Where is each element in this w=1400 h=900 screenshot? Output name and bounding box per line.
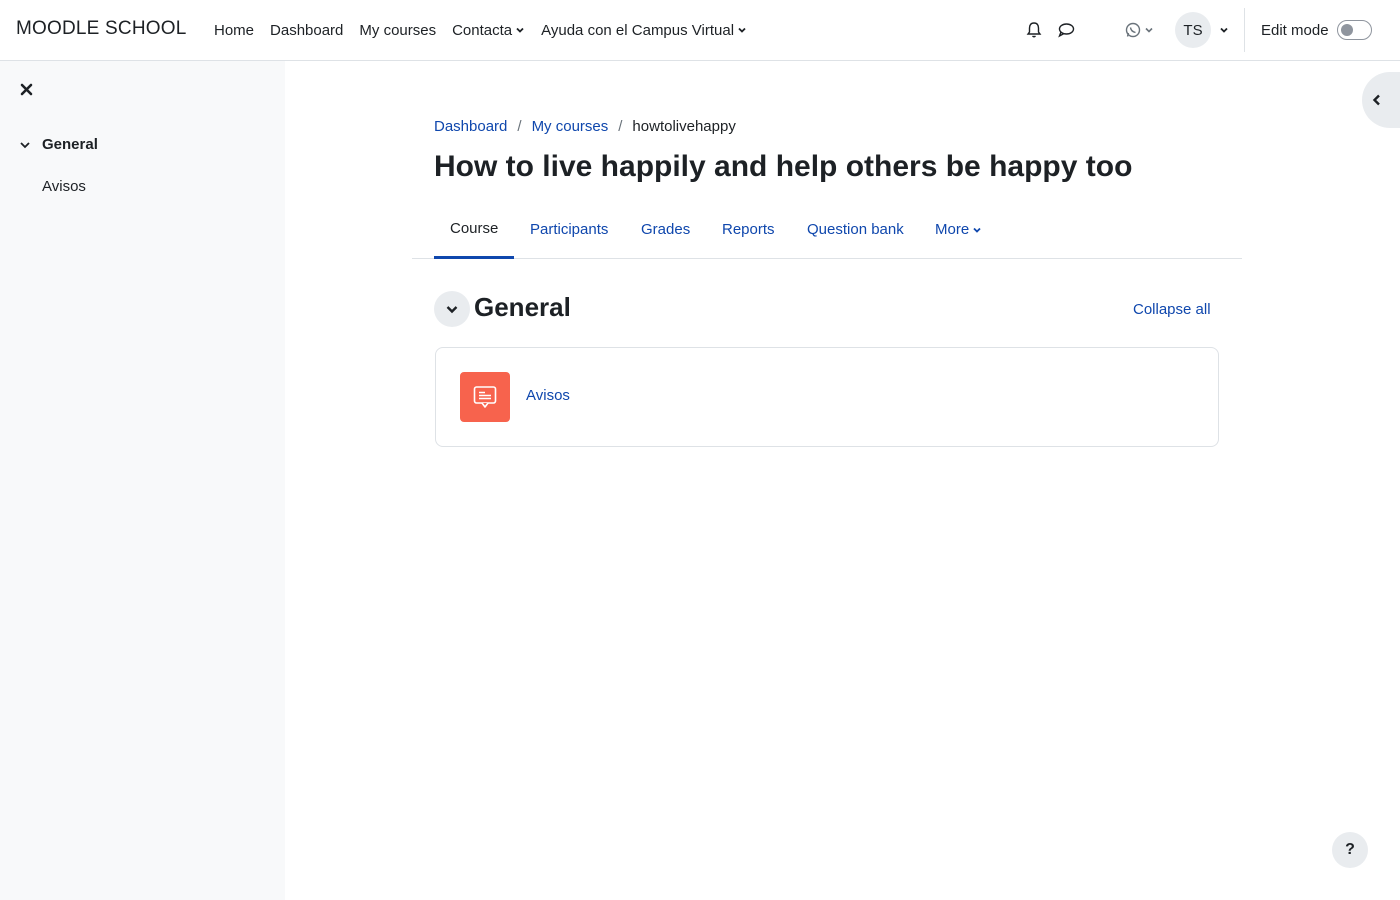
nav-my-courses-label: My courses [359,21,437,39]
edit-mode-label: Edit mode [1261,21,1329,39]
section-collapse-toggle[interactable] [434,291,470,327]
nav-ayuda-label: Ayuda con el Campus Virtual [541,21,735,39]
page-title: How to live happily and help others be h… [434,150,1133,183]
tab-participants-label: Participants [530,221,609,238]
tab-question-bank[interactable]: Question bank [807,200,904,259]
tab-reports[interactable]: Reports [722,200,775,259]
whatsapp-icon [1124,21,1142,39]
whatsapp-menu-button[interactable] [1124,0,1154,60]
navbar-divider [1244,8,1245,52]
nav-home-label: Home [214,21,255,39]
collapse-all-link[interactable]: Collapse all [1133,301,1211,318]
breadcrumb-separator: / [517,118,522,135]
chat-icon [1056,20,1076,40]
activity-item: Avisos [435,347,1219,447]
help-button[interactable]: ? [1332,832,1368,868]
chevron-left-icon [1372,94,1380,106]
forum-icon [460,372,510,422]
chevron-down-icon [1219,25,1229,35]
course-index-drawer: General Avisos [0,61,285,900]
drawer-section-label: General [42,136,98,153]
chevron-down-icon [737,25,747,35]
nav-contacta-label: Contacta [452,21,513,39]
nav-ayuda[interactable]: Ayuda con el Campus Virtual [533,22,755,39]
edit-mode-control: Edit mode [1261,0,1372,60]
section-title: General [474,292,571,322]
close-icon[interactable] [18,81,36,99]
tab-reports-label: Reports [722,221,775,238]
top-navbar: MOODLE SCHOOL Home Dashboard My courses … [0,0,1400,61]
tab-question-bank-label: Question bank [807,221,904,238]
secondary-nav: Course Participants Grades Reports Quest… [412,200,1242,259]
toggle-knob [1340,24,1353,36]
edit-mode-toggle[interactable] [1336,20,1372,40]
tab-more-label: More [935,221,970,238]
nav-my-courses[interactable]: My courses [351,22,444,39]
chevron-down-icon [20,141,30,148]
breadcrumb-my-courses[interactable]: My courses [532,118,609,135]
user-menu-button[interactable]: TS [1175,0,1229,60]
breadcrumb-current: howtolivehappy [632,118,736,135]
nav-contacta[interactable]: Contacta [444,22,533,39]
open-block-drawer-button[interactable] [1362,72,1400,128]
chevron-down-icon [515,25,525,35]
bell-icon [1024,20,1044,40]
chevron-down-icon [972,225,982,235]
tab-more[interactable]: More [935,200,982,259]
breadcrumb-separator: / [618,118,623,135]
notifications-button[interactable] [1024,0,1044,60]
avatar: TS [1175,12,1211,48]
nav-dashboard-label: Dashboard [270,21,344,39]
nav-home[interactable]: Home [206,22,262,39]
tab-course[interactable]: Course [434,200,515,259]
breadcrumb: Dashboard / My courses / howtolivehappy [434,118,736,135]
drawer-section-general[interactable]: General [18,136,98,153]
nav-dashboard[interactable]: Dashboard [262,22,351,39]
tab-grades[interactable]: Grades [641,200,690,259]
chevron-down-icon [1144,25,1154,35]
activity-link-avisos[interactable]: Avisos [526,387,570,404]
tab-grades-label: Grades [641,221,691,238]
primary-nav: Home Dashboard My courses Contacta Ayuda… [206,0,755,60]
messages-button[interactable] [1056,0,1076,60]
drawer-item-avisos[interactable]: Avisos [42,178,86,195]
breadcrumb-dashboard[interactable]: Dashboard [434,118,507,135]
tab-course-label: Course [450,219,499,237]
site-brand[interactable]: MOODLE SCHOOL [16,18,186,40]
chevron-down-icon [446,306,458,314]
tab-participants[interactable]: Participants [530,200,608,259]
